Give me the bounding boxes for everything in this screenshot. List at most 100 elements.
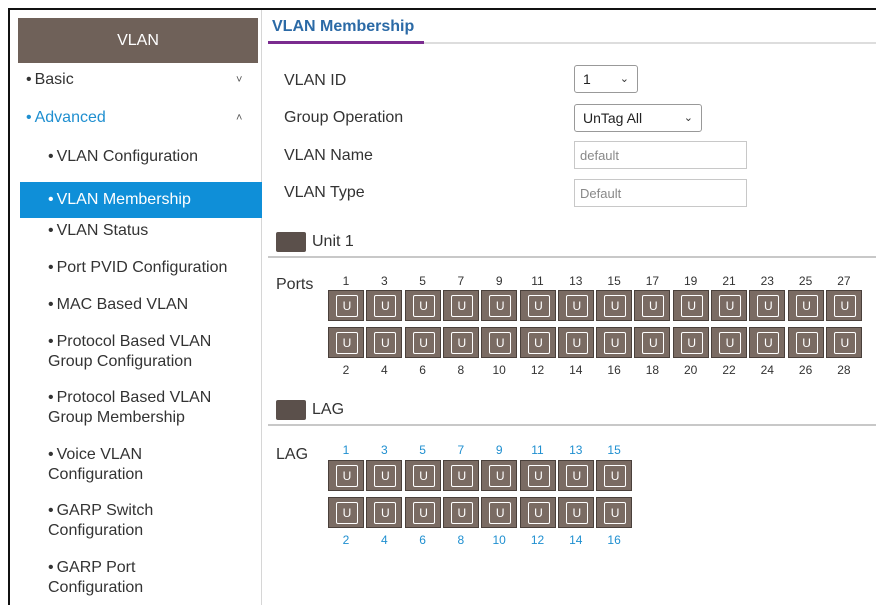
lag-number-15: 15: [607, 443, 621, 457]
port-number-19: 19: [684, 274, 698, 288]
page-title[interactable]: VLAN Membership: [272, 18, 414, 36]
port-11-toggle[interactable]: U: [519, 290, 556, 321]
chevron-down-icon: ⌄: [619, 73, 629, 85]
port-6-toggle[interactable]: U: [404, 327, 441, 358]
sidebar-item-basic[interactable]: • Basic ˅: [26, 71, 262, 89]
lag-4-toggle[interactable]: U: [366, 497, 403, 528]
vlan-id-label: VLAN ID: [284, 72, 347, 89]
port-state-label: U: [527, 502, 550, 524]
port-20-toggle[interactable]: U: [672, 327, 709, 358]
port-state-label: U: [336, 502, 358, 524]
lag-15-toggle[interactable]: U: [596, 460, 633, 491]
port-3-toggle[interactable]: U: [366, 290, 403, 321]
sidebar-item-mac-based-vlan[interactable]: • MAC Based VLAN: [10, 295, 262, 315]
port-state-label: U: [565, 465, 588, 487]
lag-10-toggle[interactable]: U: [481, 497, 518, 528]
vlan-id-select[interactable]: 1 ⌄: [574, 65, 638, 93]
port-19-toggle[interactable]: U: [672, 290, 709, 321]
sidebar-item-label: Port PVID Configuration: [56, 259, 228, 276]
sidebar-item-advanced[interactable]: • Advanced ˄: [26, 109, 262, 127]
sidebar-item-label: Protocol Based VLAN Group Membership: [48, 389, 212, 426]
port-state-label: U: [757, 295, 780, 317]
port-7-toggle[interactable]: U: [442, 290, 479, 321]
unit-icon: [276, 232, 306, 252]
port-15-toggle[interactable]: U: [596, 290, 633, 321]
sidebar-item-vlan-membership[interactable]: • VLAN Membership: [20, 182, 262, 218]
port-number-2: 2: [342, 363, 350, 377]
lag-section-header: LAG: [276, 400, 344, 420]
lag-3-toggle[interactable]: U: [366, 460, 403, 491]
port-number-26: 26: [798, 363, 813, 377]
sidebar-item-voice-vlan-configuration[interactable]: • Voice VLAN Configuration: [10, 445, 262, 485]
lag-2-toggle[interactable]: U: [328, 497, 364, 528]
port-25-toggle[interactable]: U: [787, 290, 824, 321]
port-17-toggle[interactable]: U: [634, 290, 671, 321]
vlan-name-field[interactable]: default: [574, 141, 747, 169]
port-23-toggle[interactable]: U: [749, 290, 786, 321]
port-28-toggle[interactable]: U: [825, 327, 862, 358]
lag-12-toggle[interactable]: U: [519, 497, 556, 528]
bullet-icon: •: [48, 446, 54, 463]
port-state-label: U: [527, 332, 550, 354]
port-state-label: U: [336, 465, 358, 487]
port-2-toggle[interactable]: U: [328, 327, 364, 358]
sidebar-item-garp-switch-configuration[interactable]: • GARP Switch Configuration: [10, 501, 262, 541]
port-8-toggle[interactable]: U: [442, 327, 479, 358]
port-10-toggle[interactable]: U: [481, 327, 518, 358]
lag-section-title: LAG: [312, 401, 345, 418]
port-state-label: U: [565, 332, 588, 354]
group-operation-select[interactable]: UnTag All ⌄: [574, 104, 702, 132]
port-number-4: 4: [380, 363, 388, 377]
sidebar-item-vlan-configuration[interactable]: • VLAN Configuration: [10, 147, 262, 167]
port-state-label: U: [450, 465, 473, 487]
port-state-label: U: [412, 465, 435, 487]
port-16-toggle[interactable]: U: [596, 327, 633, 358]
lag-6-toggle[interactable]: U: [404, 497, 441, 528]
sidebar-item-port-pvid-configuration[interactable]: • Port PVID Configuration: [10, 258, 262, 278]
port-4-toggle[interactable]: U: [366, 327, 403, 358]
port-number-13: 13: [569, 274, 583, 288]
port-18-toggle[interactable]: U: [634, 327, 671, 358]
port-12-toggle[interactable]: U: [519, 327, 556, 358]
port-number-12: 12: [530, 363, 545, 377]
port-state-label: U: [450, 295, 473, 317]
port-14-toggle[interactable]: U: [557, 327, 594, 358]
port-number-6: 6: [419, 363, 426, 377]
lag-8-toggle[interactable]: U: [442, 497, 479, 528]
lag-label: LAG: [276, 446, 309, 463]
lag-14-toggle[interactable]: U: [557, 497, 594, 528]
sidebar-item-label: Voice VLAN Configuration: [48, 446, 144, 483]
port-state-label: U: [833, 332, 856, 354]
port-21-toggle[interactable]: U: [711, 290, 747, 321]
sidebar-item-garp-port-configuration[interactable]: • GARP Port Configuration: [10, 558, 262, 598]
lag-11-toggle[interactable]: U: [519, 460, 556, 491]
port-1-toggle[interactable]: U: [328, 290, 364, 321]
lag-16-toggle[interactable]: U: [596, 497, 633, 528]
port-13-toggle[interactable]: U: [557, 290, 594, 321]
lag-1-toggle[interactable]: U: [328, 460, 364, 491]
port-state-label: U: [833, 295, 856, 317]
port-number-15: 15: [607, 274, 621, 288]
lag-number-5: 5: [419, 443, 426, 457]
bullet-icon: •: [48, 296, 54, 313]
ports-label: Ports: [276, 276, 314, 293]
port-number-21: 21: [722, 274, 736, 288]
port-24-toggle[interactable]: U: [749, 327, 786, 358]
sidebar-item-label: VLAN Membership: [56, 191, 191, 208]
port-5-toggle[interactable]: U: [404, 290, 441, 321]
port-9-toggle[interactable]: U: [481, 290, 518, 321]
port-27-toggle[interactable]: U: [825, 290, 862, 321]
port-number-14: 14: [569, 363, 583, 377]
port-number-27: 27: [837, 274, 851, 288]
lag-9-toggle[interactable]: U: [481, 460, 518, 491]
sidebar-item-protocol-based-vlan-group-configuration[interactable]: • Protocol Based VLAN Group Configuration: [10, 332, 262, 372]
port-state-label: U: [489, 295, 512, 317]
lag-13-toggle[interactable]: U: [557, 460, 594, 491]
sidebar-item-vlan-status[interactable]: • VLAN Status: [10, 221, 262, 241]
port-26-toggle[interactable]: U: [787, 327, 824, 358]
lag-5-toggle[interactable]: U: [404, 460, 441, 491]
sidebar-item-protocol-based-vlan-group-membership[interactable]: • Protocol Based VLAN Group Membership: [10, 388, 262, 428]
lag-7-toggle[interactable]: U: [442, 460, 479, 491]
port-22-toggle[interactable]: U: [711, 327, 747, 358]
port-state-label: U: [719, 295, 741, 317]
